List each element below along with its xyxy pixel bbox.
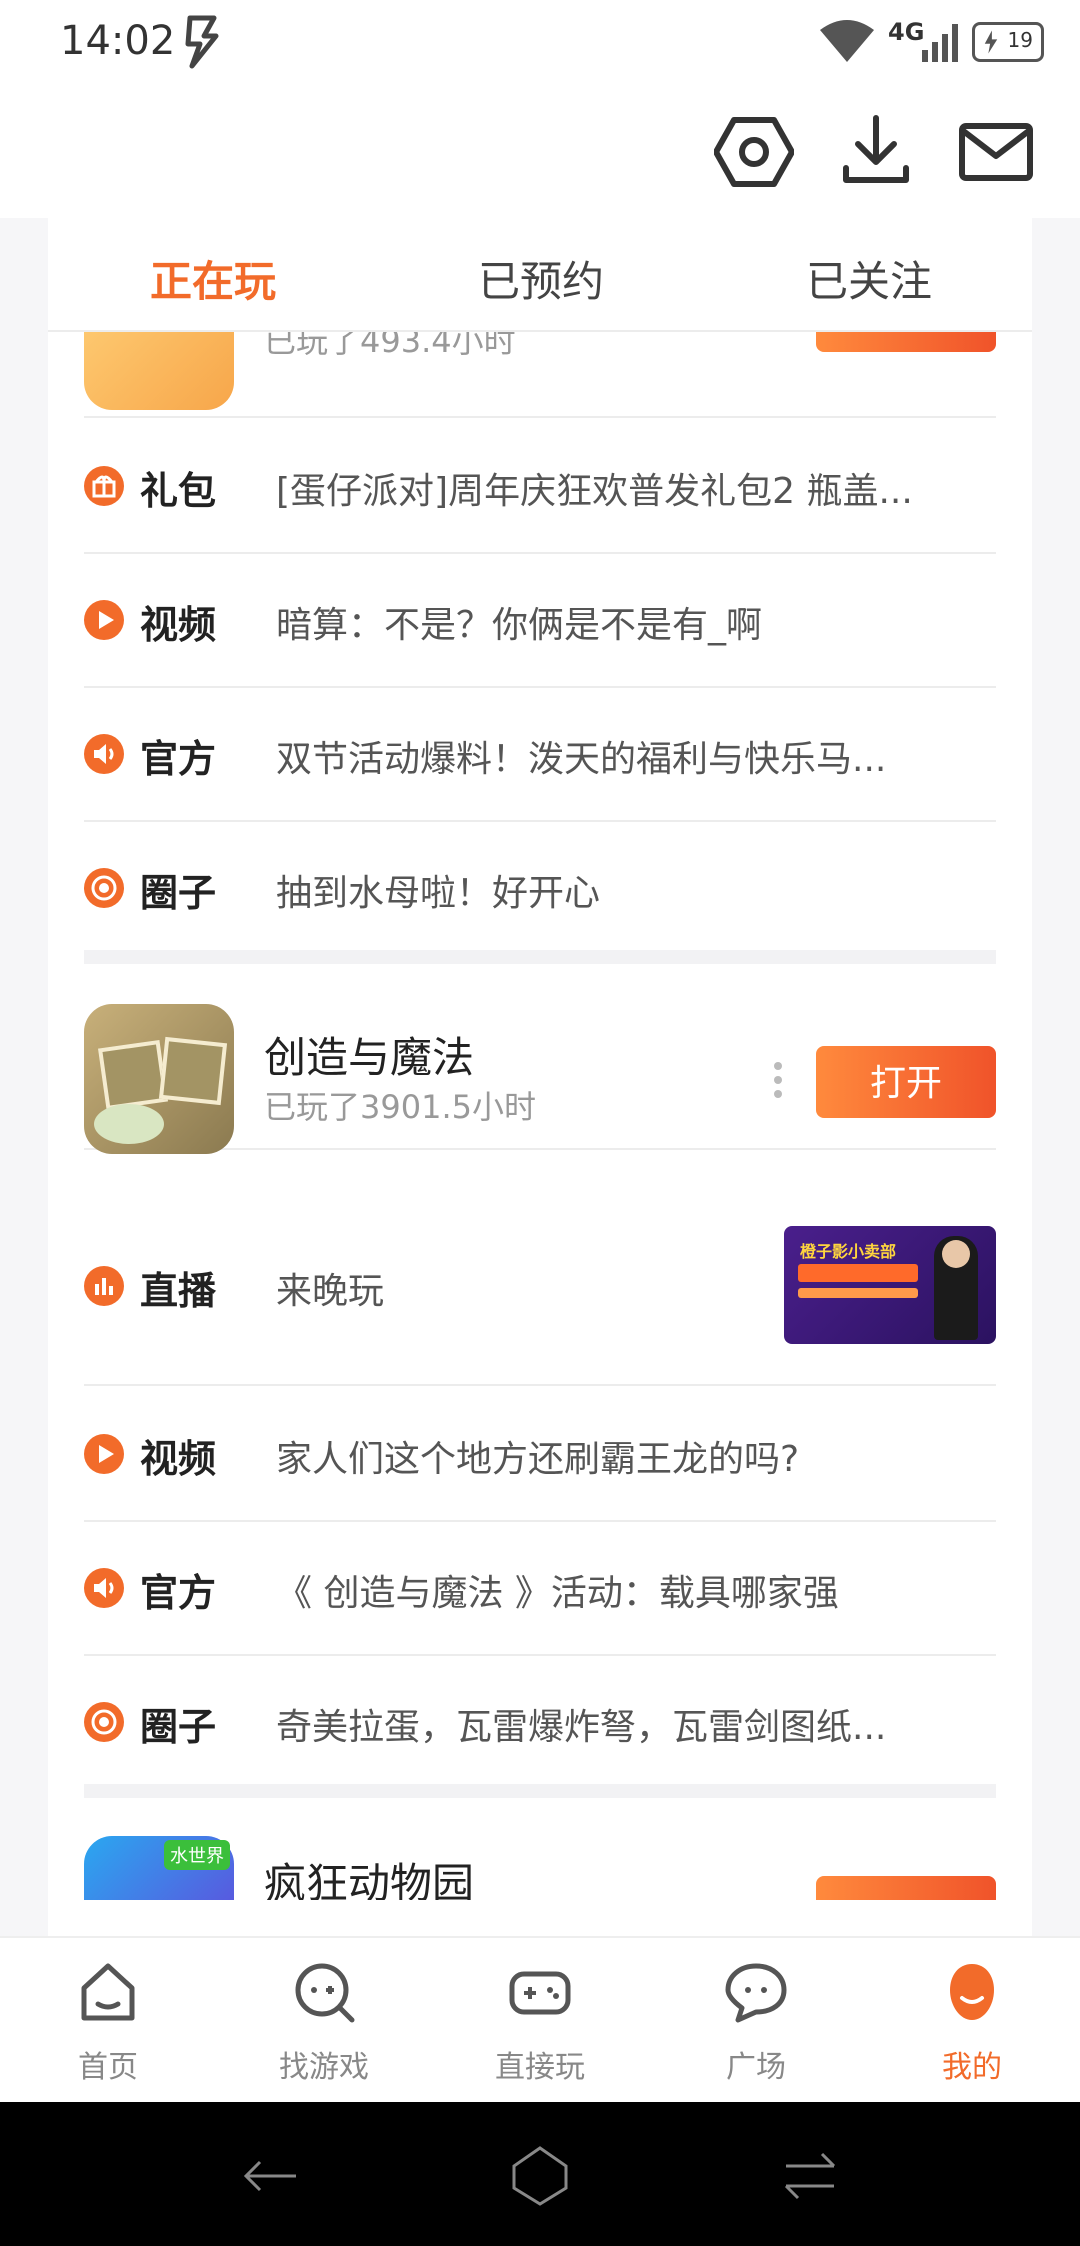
row-label: 直播 [140, 1269, 217, 1313]
download-icon[interactable] [836, 112, 916, 192]
circle-icon [84, 868, 124, 908]
status-time: 14:02 [60, 18, 176, 64]
game-3-name: 疯狂动物园 [264, 1859, 475, 1900]
tab-reserved[interactable]: 已预约 [478, 248, 604, 309]
home-button-icon[interactable] [508, 2144, 572, 2208]
bottom-nav: 首页 找游戏 直接玩 广场 我的 [0, 1936, 1080, 2104]
row-label: 圈子 [140, 871, 217, 915]
game-1-icon [84, 330, 234, 410]
nav-label: 直接玩 [495, 2050, 585, 2085]
signal-icon [922, 24, 958, 62]
back-icon[interactable] [238, 2144, 302, 2208]
recent-apps-icon[interactable] [778, 2144, 842, 2208]
game-2-name: 创造与魔法 [264, 1033, 475, 1082]
find-game-icon [295, 1963, 355, 2023]
row-label: 视频 [140, 1437, 217, 1481]
mail-icon[interactable] [956, 112, 1036, 192]
game-3-badge: 水世界 [164, 1840, 230, 1870]
nav-label: 找游戏 [279, 2050, 369, 2085]
row-text: 双节活动爆料！泼天的福利与快乐马... [276, 739, 887, 780]
row-label: 视频 [140, 603, 217, 647]
game-2-live-row[interactable]: 直播 来晚玩 橙子影小卖部 [84, 1188, 996, 1386]
nav-label: 我的 [942, 2050, 1002, 2085]
game-2-video-row[interactable]: 视频 家人们这个地方还刷霸王龙的吗? [84, 1386, 996, 1522]
game-3-header[interactable]: 水世界 疯狂动物园 [84, 1836, 996, 1900]
game-1-gift-row[interactable]: 礼包 [蛋仔派对]周年庆狂欢普发礼包2 瓶盖... [84, 418, 996, 554]
game-1-played: 已玩了493.4小时 [264, 330, 516, 360]
game-2-header[interactable]: 创造与魔法 已玩了3901.5小时 打开 [84, 964, 996, 1154]
row-label: 官方 [140, 737, 217, 781]
game-2-official-row[interactable]: 官方 《 创造与魔法 》活动：载具哪家强 [84, 1520, 996, 1656]
row-label: 官方 [140, 1571, 217, 1615]
game-2-circle-row[interactable]: 圈子 奇美拉蛋，瓦雷爆炸弩，瓦雷剑图纸... [84, 1654, 996, 1788]
game-2-played: 已玩了3901.5小时 [264, 1088, 536, 1126]
game-1-video-row[interactable]: 视频 暗算：不是？你俩是不是有_啊 [84, 552, 996, 688]
tab-followed[interactable]: 已关注 [806, 248, 932, 309]
charging-icon [984, 30, 998, 54]
thumbnail-title: 橙子影小卖部 [800, 1242, 897, 1261]
app-notification-icon [185, 15, 219, 69]
row-text: 抽到水母啦！好开心 [276, 873, 601, 914]
nav-direct-play[interactable]: 直接玩 [432, 1938, 648, 2104]
row-text: 奇美拉蛋，瓦雷爆炸弩，瓦雷剑图纸... [276, 1707, 887, 1748]
section-divider [84, 950, 996, 964]
status-bar: 14:02 4G 19 [0, 0, 1080, 90]
tab-bar: 正在玩 已预约 已关注 [48, 218, 1032, 332]
game-1-open-button[interactable] [816, 330, 996, 352]
wifi-icon [820, 20, 874, 62]
profile-icon [950, 1964, 994, 2020]
play-icon [84, 1434, 124, 1474]
row-text: 暗算：不是？你俩是不是有_啊 [276, 605, 763, 646]
section-divider [84, 1784, 996, 1798]
nav-find-game[interactable]: 找游戏 [216, 1938, 432, 2104]
play-icon [84, 600, 124, 640]
gamepad-icon [509, 1971, 571, 2015]
game-1-circle-row[interactable]: 圈子 抽到水母啦！好开心 [84, 820, 996, 954]
live-icon [84, 1266, 124, 1306]
nav-home[interactable]: 首页 [0, 1938, 216, 2104]
chat-icon [725, 1963, 787, 2023]
speaker-icon [84, 1568, 124, 1608]
game-3-open-button[interactable] [816, 1876, 996, 1900]
row-label: 礼包 [140, 469, 217, 513]
row-label: 圈子 [140, 1705, 217, 1749]
top-action-bar [0, 90, 1080, 218]
more-options-icon[interactable] [772, 1060, 784, 1100]
battery-level: 19 [1007, 28, 1033, 52]
row-text: 《 创造与魔法 》活动：载具哪家强 [276, 1573, 839, 1614]
game-1-header[interactable]: 已玩了493.4小时 [84, 330, 996, 418]
nav-label: 广场 [726, 2050, 786, 2085]
battery-icon: 19 [972, 22, 1044, 62]
nav-square[interactable]: 广场 [648, 1938, 864, 2104]
network-type: 4G [888, 18, 925, 46]
system-nav-bar [0, 2102, 1080, 2246]
tab-playing[interactable]: 正在玩 [150, 248, 276, 309]
row-text: 来晚玩 [276, 1271, 385, 1312]
nav-label: 首页 [78, 2050, 138, 2085]
settings-icon[interactable] [714, 112, 794, 192]
row-text: 家人们这个地方还刷霸王龙的吗? [276, 1439, 800, 1480]
circle-icon [84, 1702, 124, 1742]
speaker-icon [84, 734, 124, 774]
game-2-open-button[interactable]: 打开 [816, 1046, 996, 1118]
row-text: [蛋仔派对]周年庆狂欢普发礼包2 瓶盖... [276, 471, 913, 512]
live-thumbnail[interactable]: 橙子影小卖部 [784, 1226, 996, 1344]
home-icon [81, 1963, 135, 2021]
game-1-official-row[interactable]: 官方 双节活动爆料！泼天的福利与快乐马... [84, 686, 996, 822]
gift-icon [84, 466, 124, 506]
nav-mine[interactable]: 我的 [864, 1938, 1080, 2104]
game-2-icon [84, 1004, 234, 1154]
game-3-icon: 水世界 [84, 1836, 234, 1900]
